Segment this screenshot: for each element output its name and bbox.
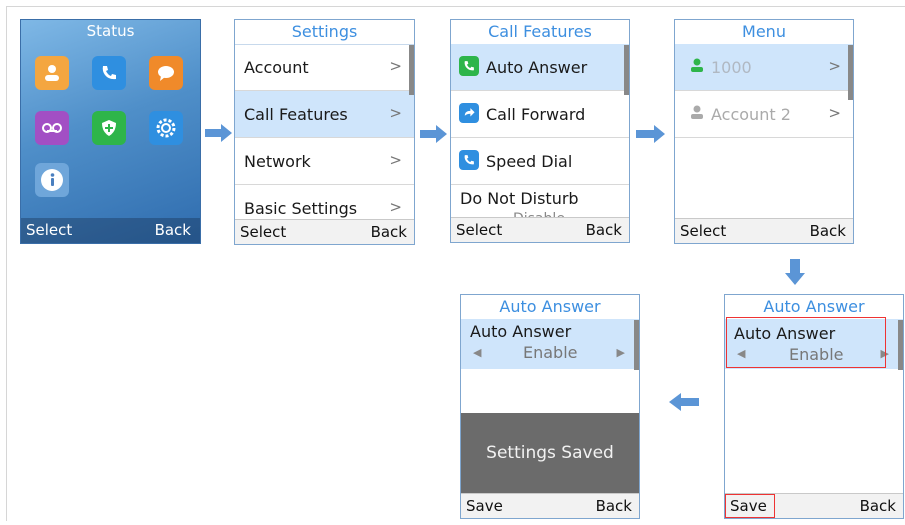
highlight-box-option (726, 317, 886, 368)
settings-item-network[interactable]: Network > (235, 138, 414, 185)
highlight-box-save (725, 494, 775, 518)
voicemail-icon[interactable] (35, 111, 69, 145)
option-label: Auto Answer (470, 322, 572, 341)
menu-account-1000[interactable]: 1000 > (675, 44, 853, 91)
item-label: Account (244, 58, 309, 77)
auto-answer-saved-screen: Auto Answer Auto Answer ◀ Enable ▶ Setti… (460, 294, 640, 519)
settings-gear-icon[interactable] (149, 111, 183, 145)
scrollbar[interactable] (634, 320, 639, 370)
arrow-left-icon (669, 393, 699, 411)
item-label: Call Features (244, 105, 348, 124)
chevron-right-icon: > (828, 104, 841, 122)
back-softkey[interactable]: Back (596, 497, 632, 515)
chevron-right-icon: > (389, 57, 402, 75)
back-softkey[interactable]: Back (155, 221, 191, 239)
contacts-icon[interactable] (35, 56, 69, 90)
account-active-icon (689, 57, 705, 77)
item-label: Basic Settings (244, 199, 358, 218)
settings-softkeys: Select Back (235, 219, 414, 244)
menu-title: Menu (675, 20, 853, 45)
back-softkey[interactable]: Back (810, 222, 846, 240)
settings-item-call-features[interactable]: Call Features > (235, 91, 414, 138)
arrow-right-icon (205, 124, 232, 142)
security-icon[interactable] (92, 111, 126, 145)
item-label: Call Forward (486, 105, 586, 124)
menu-softkeys: Select Back (675, 218, 853, 243)
arrow-down-icon (785, 259, 805, 285)
call-forward-icon (459, 103, 479, 123)
chevron-right-icon: > (828, 57, 841, 75)
select-softkey[interactable]: Select (240, 223, 286, 241)
status-title: Status (86, 22, 135, 40)
auto-answer-saved-softkeys: Save Back (461, 493, 639, 518)
call-feature-auto-answer[interactable]: Auto Answer (451, 44, 629, 91)
settings-item-account[interactable]: Account > (235, 44, 414, 91)
chevron-right-icon[interactable]: ▶ (617, 346, 625, 359)
call-feature-call-forward[interactable]: Call Forward (451, 91, 629, 138)
option-value: Enable (523, 343, 578, 362)
scrollbar[interactable] (898, 320, 903, 370)
status-softkeys: Select Back (21, 218, 200, 243)
status-screen: Status Select Back (20, 19, 201, 244)
item-label: Do Not Disturb (460, 189, 579, 208)
item-label: Speed Dial (486, 152, 573, 171)
info-icon[interactable] (35, 163, 69, 197)
item-label: Auto Answer (486, 58, 588, 77)
chevron-right-icon: > (389, 104, 402, 122)
speed-dial-icon (459, 150, 479, 170)
settings-title: Settings (235, 20, 414, 45)
arrow-right-icon (636, 125, 665, 143)
scrollbar[interactable] (848, 45, 853, 100)
call-features-title: Call Features (451, 20, 629, 45)
chevron-right-icon: > (389, 151, 402, 169)
chevron-right-icon: > (389, 198, 402, 216)
back-softkey[interactable]: Back (371, 223, 407, 241)
select-softkey[interactable]: Select (26, 221, 72, 239)
back-softkey[interactable]: Back (586, 221, 622, 239)
arrow-right-icon (420, 125, 447, 143)
back-softkey[interactable]: Back (860, 497, 896, 515)
scrollbar[interactable] (409, 45, 414, 95)
auto-answer-title: Auto Answer (461, 295, 639, 320)
scrollbar[interactable] (624, 45, 629, 95)
item-label: Account 2 (711, 105, 791, 124)
messages-icon[interactable] (149, 56, 183, 90)
menu-account-2[interactable]: Account 2 > (675, 91, 853, 138)
call-feature-speed-dial[interactable]: Speed Dial (451, 138, 629, 185)
call-history-icon[interactable] (92, 56, 126, 90)
call-features-screen: Call Features Auto Answer Call Forward S… (450, 19, 630, 243)
settings-screen: Settings Account > Call Features > Netwo… (234, 19, 415, 245)
call-features-softkeys: Select Back (451, 217, 629, 242)
menu-screen: Menu 1000 > Account 2 > Select Back (674, 19, 854, 244)
select-softkey[interactable]: Select (680, 222, 726, 240)
auto-answer-option-row[interactable]: Auto Answer ◀ Enable ▶ (461, 319, 639, 369)
auto-answer-icon (459, 56, 479, 76)
settings-saved-toast: Settings Saved (461, 413, 639, 493)
toast-message: Settings Saved (486, 443, 614, 463)
select-softkey[interactable]: Select (456, 221, 502, 239)
item-label: 1000 (711, 58, 752, 77)
account-inactive-icon (689, 104, 705, 124)
chevron-left-icon[interactable]: ◀ (473, 346, 481, 359)
item-label: Network (244, 152, 311, 171)
save-softkey[interactable]: Save (466, 497, 503, 515)
